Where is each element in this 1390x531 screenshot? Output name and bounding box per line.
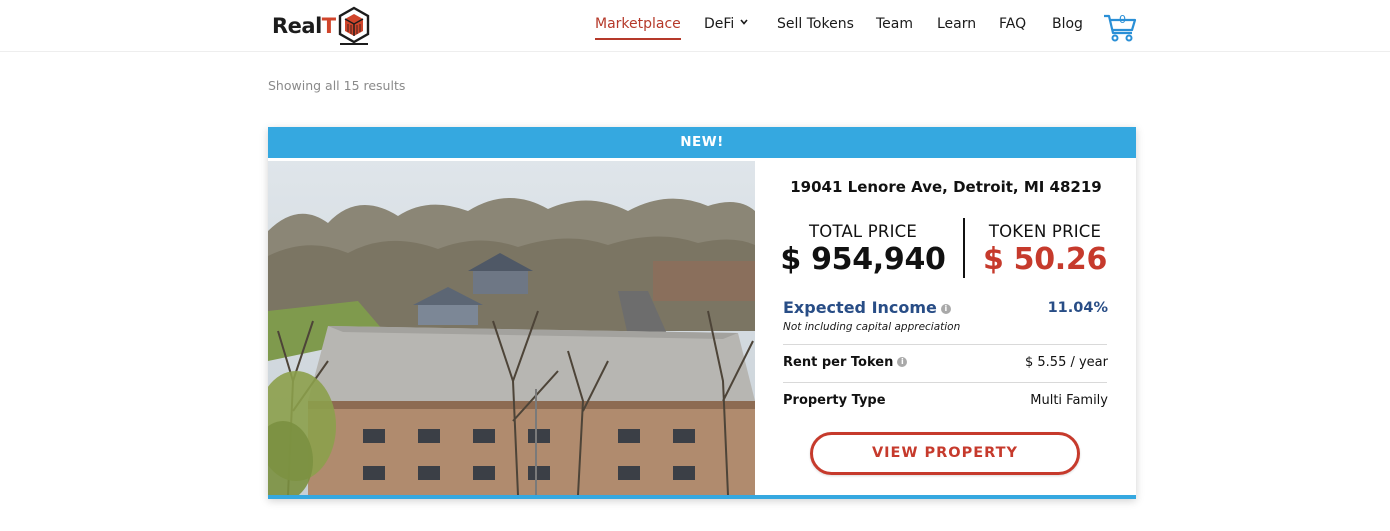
property-type-value: Multi Family bbox=[1030, 393, 1108, 408]
new-banner: NEW! bbox=[268, 127, 1136, 158]
expected-income-value: 11.04% bbox=[1047, 300, 1108, 316]
expected-income-text: Expected Income bbox=[783, 298, 937, 317]
nav-item-team[interactable]: Team bbox=[876, 16, 913, 32]
site-header: RealT Marketplace DeFi Sell Tokens Team … bbox=[0, 0, 1390, 52]
expected-income-label: Expected Income i bbox=[783, 298, 951, 317]
info-icon[interactable]: i bbox=[940, 304, 951, 314]
token-price-block: TOKEN PRICE $ 50.26 bbox=[950, 222, 1140, 277]
nav-item-defi[interactable]: DeFi bbox=[704, 16, 748, 32]
divider bbox=[783, 382, 1107, 383]
property-info: 19041 Lenore Ave, Detroit, MI 48219 TOTA… bbox=[756, 158, 1136, 495]
cart-count-badge: 0 bbox=[1119, 13, 1126, 26]
nav-item-marketplace[interactable]: Marketplace bbox=[595, 16, 681, 40]
cart-button[interactable]: 0 bbox=[1103, 11, 1137, 43]
expected-income-note: Not including capital appreciation bbox=[783, 321, 961, 333]
total-price-block: TOTAL PRICE $ 954,940 bbox=[768, 222, 958, 277]
token-price-value: $ 50.26 bbox=[982, 242, 1108, 277]
property-photo-image bbox=[268, 161, 755, 495]
info-icon[interactable]: i bbox=[897, 357, 908, 367]
nav-item-sell-tokens[interactable]: Sell Tokens bbox=[777, 16, 854, 32]
nav-item-blog[interactable]: Blog bbox=[1052, 16, 1083, 32]
nav-item-defi-label: DeFi bbox=[704, 16, 735, 32]
rent-per-token-value: $ 5.55 / year bbox=[1025, 355, 1108, 370]
nav-item-learn[interactable]: Learn bbox=[937, 16, 976, 32]
property-photo[interactable] bbox=[268, 161, 755, 495]
logo-wordmark: RealT bbox=[272, 14, 336, 38]
realt-logo[interactable]: RealT bbox=[272, 6, 371, 46]
nav-item-faq[interactable]: FAQ bbox=[999, 16, 1026, 32]
cube-house-logo-icon bbox=[338, 6, 369, 45]
divider bbox=[783, 344, 1107, 345]
property-card[interactable]: NEW! 19041 Lenore Ave, Detroit, MI 48219… bbox=[268, 127, 1136, 499]
view-property-button[interactable]: VIEW PROPERTY bbox=[810, 432, 1080, 475]
rent-per-token-label: Rent per Token i bbox=[783, 355, 908, 370]
property-address: 19041 Lenore Ave, Detroit, MI 48219 bbox=[790, 178, 1102, 196]
chevron-down-icon bbox=[740, 19, 748, 25]
rent-per-token-text: Rent per Token bbox=[783, 355, 894, 370]
token-price-label: TOKEN PRICE bbox=[988, 222, 1102, 241]
card-bottom-bar bbox=[268, 495, 1136, 499]
total-price-value: $ 954,940 bbox=[780, 242, 946, 277]
property-type-label: Property Type bbox=[783, 393, 886, 408]
total-price-label: TOTAL PRICE bbox=[808, 222, 918, 241]
results-count: Showing all 15 results bbox=[268, 78, 406, 93]
